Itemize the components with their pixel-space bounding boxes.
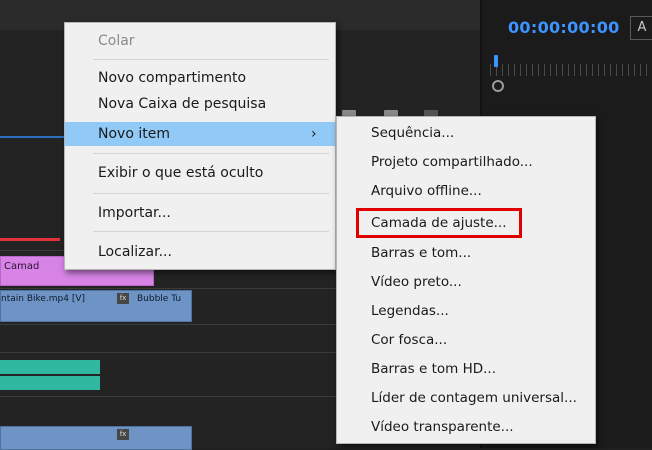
timecode-display[interactable]: 00:00:00:00 xyxy=(508,18,620,37)
monitor-button[interactable]: A xyxy=(630,16,652,40)
video-clip[interactable]: fx xyxy=(0,426,192,450)
audio-clip[interactable] xyxy=(0,376,100,390)
submenu-item-universal-counting-leader[interactable]: Líder de contagem universal... xyxy=(337,386,595,410)
audio-clip[interactable] xyxy=(0,360,100,374)
clip-label: Camad xyxy=(4,261,40,272)
clip-label: ntain Bike.mp4 [V] xyxy=(1,294,86,304)
submenu-arrow-icon: › xyxy=(311,126,317,142)
fx-badge: fx xyxy=(117,429,129,440)
menu-item-show-hidden[interactable]: Exibir o que está oculto xyxy=(65,161,335,185)
menu-separator xyxy=(93,193,329,194)
menu-item-new-bin[interactable]: Novo compartimento xyxy=(65,66,335,90)
time-ruler[interactable] xyxy=(490,64,652,76)
fx-badge: fx xyxy=(117,293,129,304)
menu-item-new-search-bin[interactable]: Nova Caixa de pesquisa xyxy=(65,92,335,116)
menu-separator xyxy=(93,153,329,154)
menu-separator xyxy=(93,231,329,232)
work-area-bar xyxy=(0,238,60,241)
menu-item-find[interactable]: Localizar... xyxy=(65,240,335,264)
menu-item-new-item[interactable]: Novo item › xyxy=(65,122,335,146)
submenu-item-captions[interactable]: Legendas... xyxy=(337,299,595,323)
submenu-item-color-matte[interactable]: Cor fosca... xyxy=(337,328,595,352)
menu-item-import[interactable]: Importar... xyxy=(65,201,335,225)
submenu-item-transparent-video[interactable]: Vídeo transparente... xyxy=(337,415,595,439)
submenu-item-shared-project[interactable]: Projeto compartilhado... xyxy=(337,150,595,174)
submenu-item-black-video[interactable]: Vídeo preto... xyxy=(337,270,595,294)
context-menu: Colar Novo compartimento Nova Caixa de p… xyxy=(64,22,336,270)
annotation-highlight-box xyxy=(356,208,522,238)
submenu-item-hd-bars-and-tone[interactable]: Barras e tom HD... xyxy=(337,357,595,381)
submenu-item-sequence[interactable]: Sequência... xyxy=(337,121,595,145)
video-clip[interactable]: ntain Bike.mp4 [V] fx Bubble Tu xyxy=(0,290,192,322)
clip-label: Bubble Tu xyxy=(137,294,182,304)
playhead-marker[interactable] xyxy=(494,55,498,67)
new-item-submenu: Sequência... Projeto compartilhado... Ar… xyxy=(336,116,596,444)
submenu-item-bars-and-tone[interactable]: Barras e tom... xyxy=(337,241,595,265)
menu-item-paste: Colar xyxy=(98,33,135,49)
zoom-handle[interactable] xyxy=(492,80,504,92)
menu-separator xyxy=(93,59,329,60)
submenu-item-offline-file[interactable]: Arquivo offline... xyxy=(337,179,595,203)
